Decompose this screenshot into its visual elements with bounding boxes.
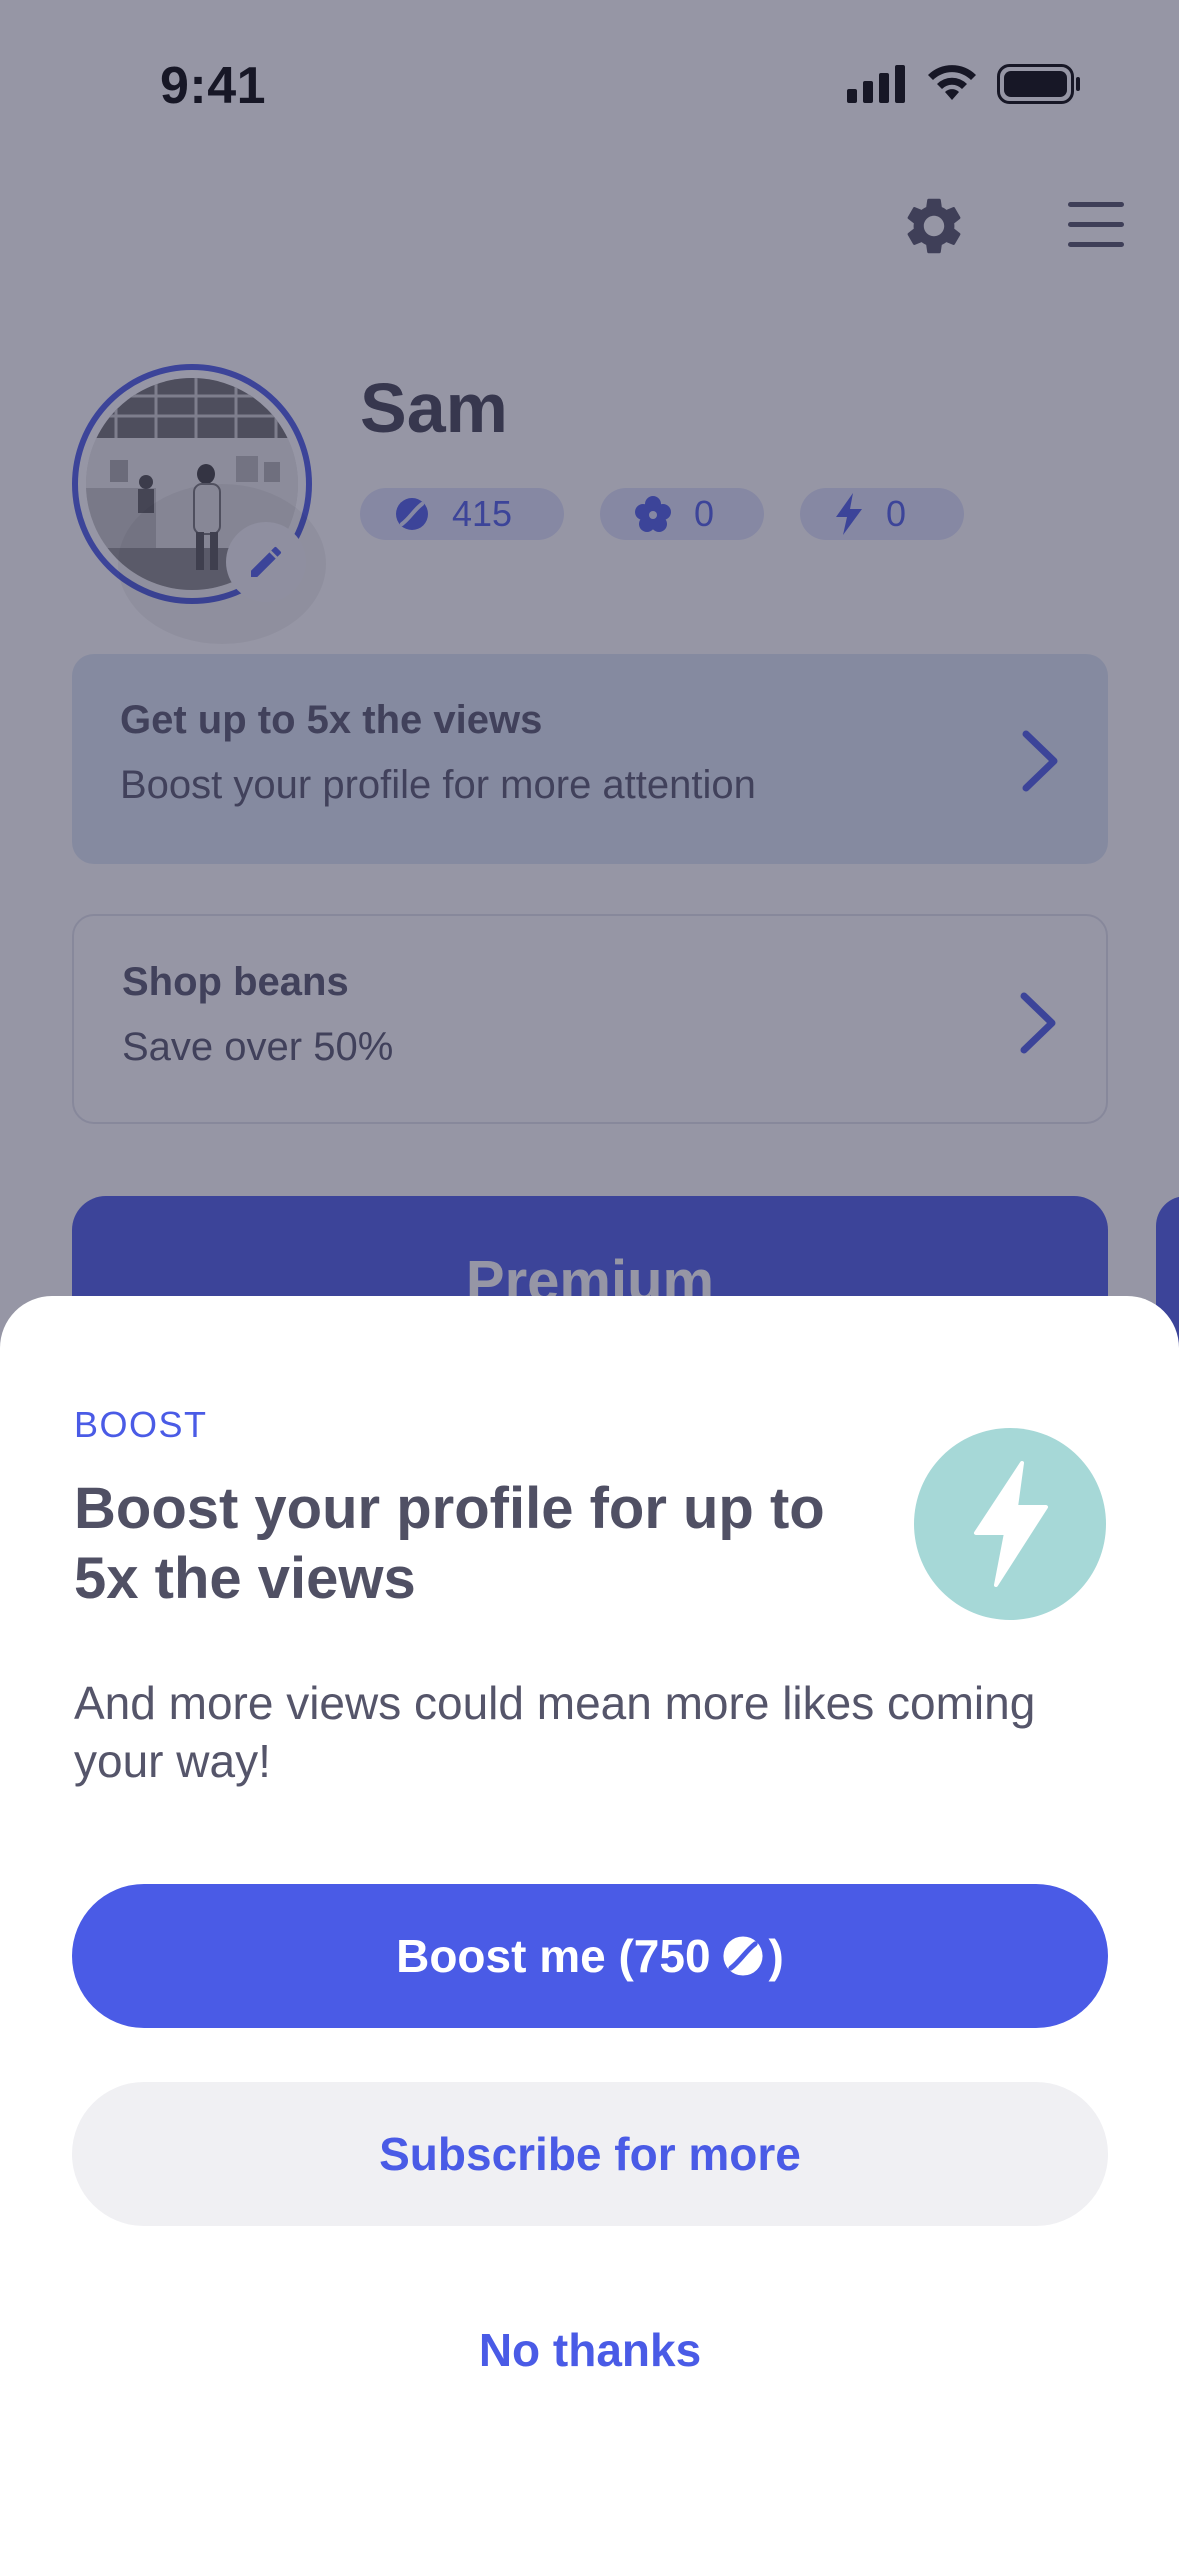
boost-me-button[interactable]: Boost me (750 ) [72,1884,1108,2028]
sheet-eyebrow: BOOST [74,1404,208,1445]
no-thanks-button[interactable]: No thanks [72,2278,1108,2422]
boost-sheet: BOOST Boost your profile for up to 5x th… [0,1296,1179,2556]
boost-badge [914,1428,1106,1620]
screen: 9:41 [0,0,1179,2556]
sheet-title: Boost your profile for up to 5x the view… [74,1476,825,1611]
subscribe-button[interactable]: Subscribe for more [72,2082,1108,2226]
sheet-body: And more views could mean more likes com… [74,1677,1036,1787]
bean-icon [721,1934,765,1978]
boost-me-label-suffix: ) [768,1930,784,1982]
boost-me-label: Boost me (750 [396,1930,711,1982]
lightning-icon [974,1461,1048,1587]
